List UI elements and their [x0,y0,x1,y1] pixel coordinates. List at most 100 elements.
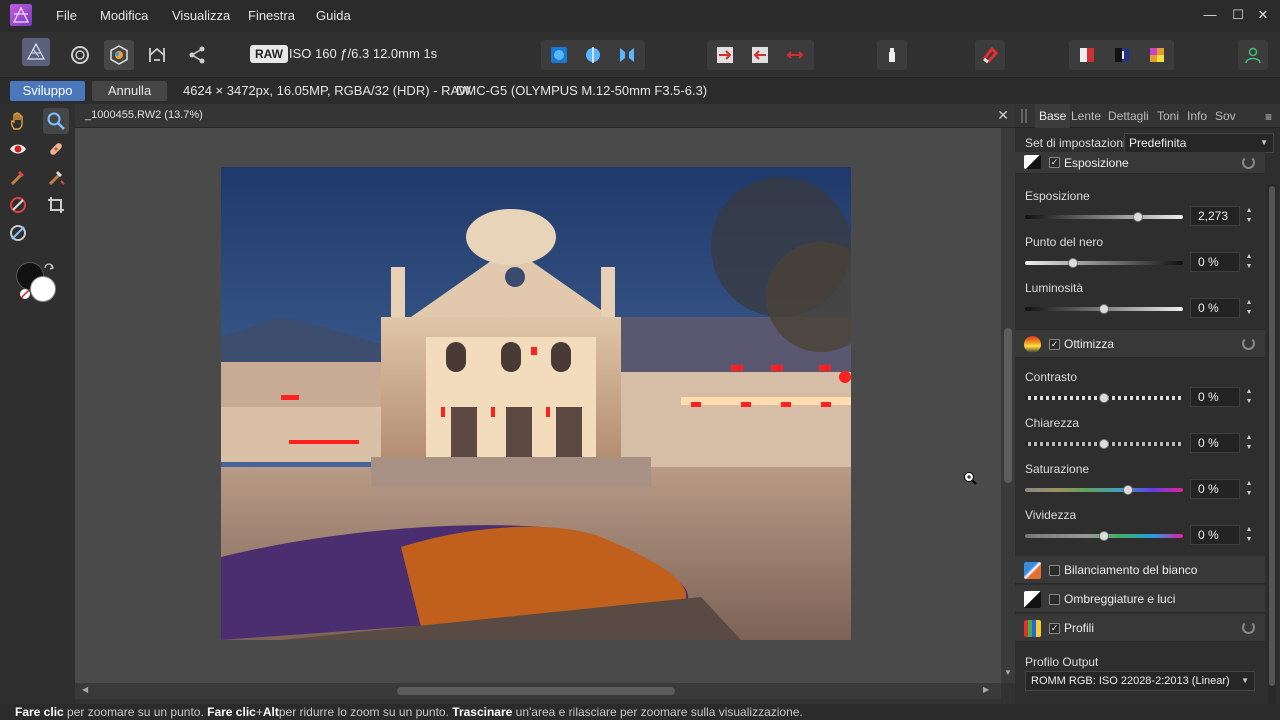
canvas[interactable] [75,128,1001,683]
document-tab[interactable]: _1000455.RW2 (13.7%) ✕ [75,104,1015,128]
develop-persona-icon[interactable] [104,40,134,70]
overlay-erase-tool-icon[interactable] [43,164,69,190]
menu-visualizza[interactable]: Visualizza [172,0,230,32]
compare-swap-icon[interactable] [780,40,810,70]
tab-lente[interactable]: Lente [1067,104,1105,128]
clipping-icon[interactable] [877,40,907,70]
saturation-slider[interactable] [1025,485,1183,495]
menu-modifica[interactable]: Modifica [100,0,148,32]
brightness-slider[interactable] [1025,304,1183,314]
compare-right-icon[interactable] [710,40,740,70]
exposure-slider[interactable] [1025,212,1183,222]
brightness-value[interactable]: 0 % [1190,298,1240,318]
contrast-stepper[interactable]: ▲ ▼ [1244,387,1254,407]
show-highlights-clipping-icon[interactable] [1107,40,1137,70]
enhance-checkbox[interactable]: ✓ [1049,339,1060,350]
vibrance-slider[interactable] [1025,531,1183,541]
brightness-slider-knob[interactable] [1099,304,1109,314]
photo-persona-icon[interactable] [22,38,50,66]
red-eye-tool-icon[interactable] [5,136,31,162]
panel-menu-icon[interactable]: ≡ [1265,110,1272,124]
close-document-button[interactable]: ✕ [997,107,1009,124]
tab-info[interactable]: Info [1183,104,1211,128]
exposure-slider-knob[interactable] [1133,212,1143,222]
section-exposure[interactable]: ✓ Esposizione [1015,152,1265,174]
menu-finestra[interactable]: Finestra [248,0,295,32]
single-view-icon[interactable] [544,40,574,70]
close-window-button[interactable]: ✕ [1246,0,1280,30]
horizontal-scrollbar[interactable]: ◀ ▶ [75,683,1001,699]
exposure-checkbox[interactable]: ✓ [1049,157,1060,168]
swap-colors-icon[interactable] [43,262,55,274]
crop-tool-icon[interactable] [43,192,69,218]
section-enhance[interactable]: ✓ Ottimizza [1015,330,1265,358]
mirror-view-icon[interactable] [612,40,642,70]
affinity-photo-logo-icon[interactable] [10,4,32,26]
vertical-scrollbar[interactable]: ▼ [1001,128,1015,683]
black-point-slider-knob[interactable] [1068,258,1078,268]
cancel-button[interactable]: Annulla [92,81,167,101]
tab-dettagli[interactable]: Dettagli [1104,104,1153,128]
clarity-stepper[interactable]: ▲ ▼ [1244,433,1254,453]
develop-button[interactable]: Sviluppo [10,81,85,101]
exposure-stepper[interactable]: ▲ ▼ [1244,206,1254,226]
vibrance-value[interactable]: 0 % [1190,525,1240,545]
show-shadows-clipping-icon[interactable] [1072,40,1102,70]
clarity-value[interactable]: 0 % [1190,433,1240,453]
contrast-slider[interactable] [1025,393,1183,403]
show-tones-clipping-icon[interactable] [1142,40,1172,70]
compare-left-icon[interactable] [745,40,775,70]
clarity-slider[interactable] [1025,439,1183,449]
black-point-slider[interactable] [1025,258,1183,268]
panel-scroll-thumb[interactable] [1269,186,1275,686]
profiles-checkbox[interactable]: ✓ [1049,623,1060,634]
overlay-paint-tool-icon[interactable] [5,164,31,190]
black-point-stepper[interactable]: ▲ ▼ [1244,252,1254,272]
secondary-color-swatch[interactable] [30,276,56,302]
hand-tool-icon[interactable] [5,108,31,134]
zoom-tool-icon[interactable] [43,108,69,134]
vibrance-stepper[interactable]: ▲ ▼ [1244,525,1254,545]
white-balance-checkbox[interactable] [1049,565,1060,576]
menu-guida[interactable]: Guida [316,0,351,32]
reset-colors-icon[interactable] [19,288,31,300]
section-profiles[interactable]: ✓ Profili [1015,614,1265,642]
tab-toni[interactable]: Toni [1153,104,1183,128]
vibrance-slider-knob[interactable] [1099,531,1109,541]
horizontal-scroll-thumb[interactable] [397,687,675,695]
snapping-magnet-icon[interactable] [975,40,1005,70]
reset-profiles-icon[interactable] [1242,621,1255,634]
clarity-slider-knob[interactable] [1099,439,1109,449]
saturation-stepper[interactable]: ▲ ▼ [1244,479,1254,499]
overlay-gradient-tool-icon[interactable] [5,192,31,218]
share-icon[interactable] [182,40,212,70]
vertical-scroll-thumb[interactable] [1004,328,1012,483]
user-account-icon[interactable] [1238,40,1268,70]
contrast-slider-knob[interactable] [1099,393,1109,403]
scroll-right-icon[interactable]: ▶ [983,685,989,694]
exposure-value[interactable]: 2,273 [1190,206,1240,226]
scroll-down-icon[interactable]: ▼ [1004,668,1012,677]
tab-base[interactable]: Base [1035,104,1071,128]
scroll-left-icon[interactable]: ◀ [82,685,88,694]
section-white-balance[interactable]: Bilanciamento del bianco [1015,556,1265,584]
white-balance-tool-icon[interactable] [5,220,31,246]
contrast-value[interactable]: 0 % [1190,387,1240,407]
brightness-stepper[interactable]: ▲ ▼ [1244,298,1254,318]
tone-mapping-persona-icon[interactable] [142,40,172,70]
saturation-slider-knob[interactable] [1123,485,1133,495]
panel-grip-icon[interactable] [1021,109,1027,123]
section-shadows-highlights[interactable]: Ombreggiature e luci [1015,585,1265,613]
preset-select[interactable]: Predefinita ▼ [1124,133,1274,153]
liquify-persona-icon[interactable] [65,40,95,70]
reset-enhance-icon[interactable] [1242,337,1255,350]
shadows-highlights-checkbox[interactable] [1049,594,1060,605]
black-point-value[interactable]: 0 % [1190,252,1240,272]
output-profile-select[interactable]: ROMM RGB: ISO 22028-2:2013 (Linear) ▼ [1025,671,1255,691]
menu-file[interactable]: File [56,0,77,32]
tab-sov[interactable]: Sov [1211,104,1240,128]
split-view-icon[interactable] [578,40,608,70]
reset-exposure-icon[interactable] [1242,156,1255,169]
blemish-removal-tool-icon[interactable] [43,136,69,162]
saturation-value[interactable]: 0 % [1190,479,1240,499]
